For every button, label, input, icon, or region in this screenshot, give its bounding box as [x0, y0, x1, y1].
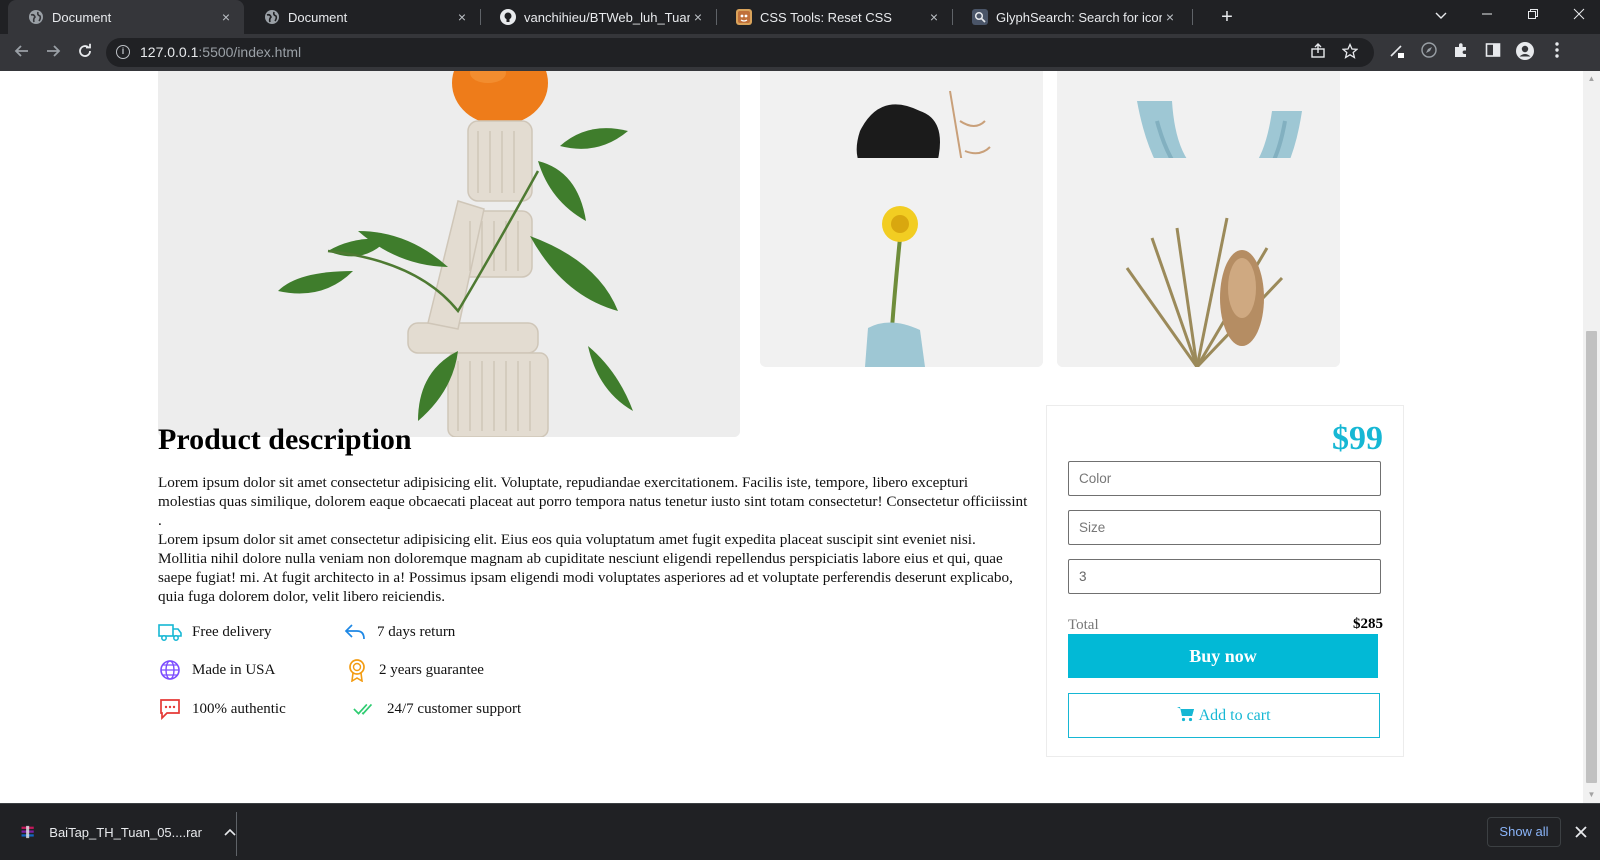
add-to-cart-button[interactable]: Add to cart: [1068, 693, 1380, 738]
product-description-text: Lorem ipsum dolor sit amet consectetur a…: [158, 473, 1028, 606]
buy-now-button[interactable]: Buy now: [1068, 634, 1378, 678]
url-text: 127.0.0.1:5500/index.html: [140, 44, 301, 60]
site-info-icon[interactable]: i: [116, 45, 130, 59]
feature-label: 100% authentic: [192, 700, 286, 717]
url-path: :5500/index.html: [198, 44, 302, 60]
close-icon[interactable]: ×: [926, 9, 942, 25]
side-panel-icon[interactable]: [1482, 41, 1504, 63]
feature-label: Made in USA: [192, 661, 276, 678]
tab-title: vanchihieu/BTWeb_luh_Tuan5: [524, 9, 690, 25]
page-viewport: Product description Lorem ipsum dolor si…: [0, 71, 1583, 803]
tab-strip: Document × Document × vanchihieu/BTWeb_l…: [0, 0, 1600, 34]
window-close-icon[interactable]: [1556, 0, 1600, 30]
award-icon: [345, 658, 369, 682]
size-input[interactable]: [1068, 510, 1381, 545]
feature-label: 2 years guarantee: [379, 661, 484, 678]
tab-github[interactable]: vanchihieu/BTWeb_luh_Tuan5 ×: [480, 0, 716, 34]
download-divider: [236, 812, 237, 856]
compass-icon[interactable]: [1418, 41, 1440, 63]
close-icon[interactable]: ×: [690, 9, 706, 25]
close-icon[interactable]: ×: [454, 9, 470, 25]
menu-kebab-icon[interactable]: [1546, 41, 1568, 63]
add-to-cart-label: Add to cart: [1198, 706, 1271, 724]
show-all-downloads-button[interactable]: Show all: [1487, 817, 1561, 847]
feature-7-days-return: 7 days return: [343, 620, 455, 644]
bookmark-star-icon[interactable]: [1340, 42, 1360, 63]
purchase-panel: $99 Total $285 Buy now Add to cart: [1046, 405, 1404, 757]
tab-title: Document: [288, 9, 348, 25]
feature-label: 24/7 customer support: [387, 700, 522, 717]
tab-css-reset[interactable]: CSS Tools: Reset CSS ×: [716, 0, 952, 34]
feature-100-authentic: 100% authentic: [158, 697, 286, 721]
product-description-title: Product description: [158, 423, 412, 456]
cart-icon: [1177, 706, 1195, 721]
product-thumb-yellow-flower[interactable]: [760, 158, 1043, 367]
globe-icon: [264, 9, 280, 25]
scroll-down-icon[interactable]: ▼: [1583, 787, 1600, 803]
message-icon: [158, 697, 182, 721]
github-icon: [500, 9, 516, 25]
tab-title: Document: [52, 9, 112, 25]
tab-glyphsearch[interactable]: GlyphSearch: Search for icons fro ×: [952, 0, 1188, 34]
download-item[interactable]: BaiTap_TH_Tuan_05....rar: [14, 812, 236, 852]
minimize-icon[interactable]: [1464, 0, 1510, 30]
glyphsearch-icon: [972, 9, 988, 25]
download-filename: BaiTap_TH_Tuan_05....rar: [49, 824, 202, 840]
profile-avatar-icon[interactable]: [1514, 41, 1536, 63]
rar-archive-icon: [21, 825, 34, 839]
total-value: $285: [1353, 616, 1383, 632]
extension-pen-icon[interactable]: [1386, 41, 1408, 63]
feature-24-7-support: 24/7 customer support: [353, 697, 521, 721]
forward-icon[interactable]: [40, 40, 66, 66]
browser-toolbar: i 127.0.0.1:5500/index.html: [0, 34, 1600, 71]
feature-label: 7 days return: [377, 623, 456, 640]
description-paragraph-1: Lorem ipsum dolor sit amet consectetur a…: [158, 474, 1028, 529]
feature-made-in-usa: Made in USA: [158, 658, 275, 682]
feature-2-years-guarantee: 2 years guarantee: [345, 658, 484, 682]
tab-document-2[interactable]: Document ×: [244, 0, 480, 34]
close-icon[interactable]: ×: [1162, 9, 1178, 25]
color-input[interactable]: [1068, 461, 1381, 496]
price: $99: [1332, 420, 1383, 457]
share-icon[interactable]: [1308, 43, 1328, 63]
quantity-input[interactable]: [1068, 559, 1381, 594]
return-arrow-icon: [343, 620, 367, 644]
truck-icon: [158, 620, 182, 644]
tab-separator: [1192, 9, 1193, 25]
reload-icon[interactable]: [72, 40, 98, 66]
tab-title: CSS Tools: Reset CSS: [760, 9, 892, 25]
new-tab-button[interactable]: +: [1214, 4, 1240, 30]
product-main-image[interactable]: [158, 71, 740, 437]
description-paragraph-2: Lorem ipsum dolor sit amet consectetur a…: [158, 531, 1013, 605]
back-icon[interactable]: [9, 40, 35, 66]
url-host: 127.0.0.1: [140, 44, 199, 60]
page-scrollbar[interactable]: ▲ ▼: [1583, 71, 1600, 803]
globe-icon: [28, 9, 44, 25]
address-bar[interactable]: i 127.0.0.1:5500/index.html: [106, 38, 1374, 67]
download-shelf: BaiTap_TH_Tuan_05....rar Show all: [0, 803, 1600, 860]
close-shelf-icon[interactable]: [1570, 818, 1592, 846]
product-thumb-dried-banksia[interactable]: [1057, 158, 1340, 367]
chevron-up-icon[interactable]: [224, 825, 236, 839]
scrollbar-thumb[interactable]: [1586, 331, 1597, 783]
tab-search-icon[interactable]: [1418, 0, 1464, 30]
scroll-up-icon[interactable]: ▲: [1583, 71, 1600, 87]
feature-label: Free delivery: [192, 623, 272, 640]
feature-free-delivery: Free delivery: [158, 620, 272, 644]
tab-title: GlyphSearch: Search for icons fro: [996, 9, 1162, 25]
tab-document-1[interactable]: Document ×: [8, 0, 244, 34]
globe-icon: [158, 658, 182, 682]
cssreset-icon: [736, 9, 752, 25]
extensions-puzzle-icon[interactable]: [1450, 41, 1472, 63]
total-label: Total: [1068, 617, 1099, 633]
close-icon[interactable]: ×: [218, 9, 234, 25]
restore-icon[interactable]: [1510, 0, 1556, 30]
double-check-icon: [353, 697, 377, 721]
